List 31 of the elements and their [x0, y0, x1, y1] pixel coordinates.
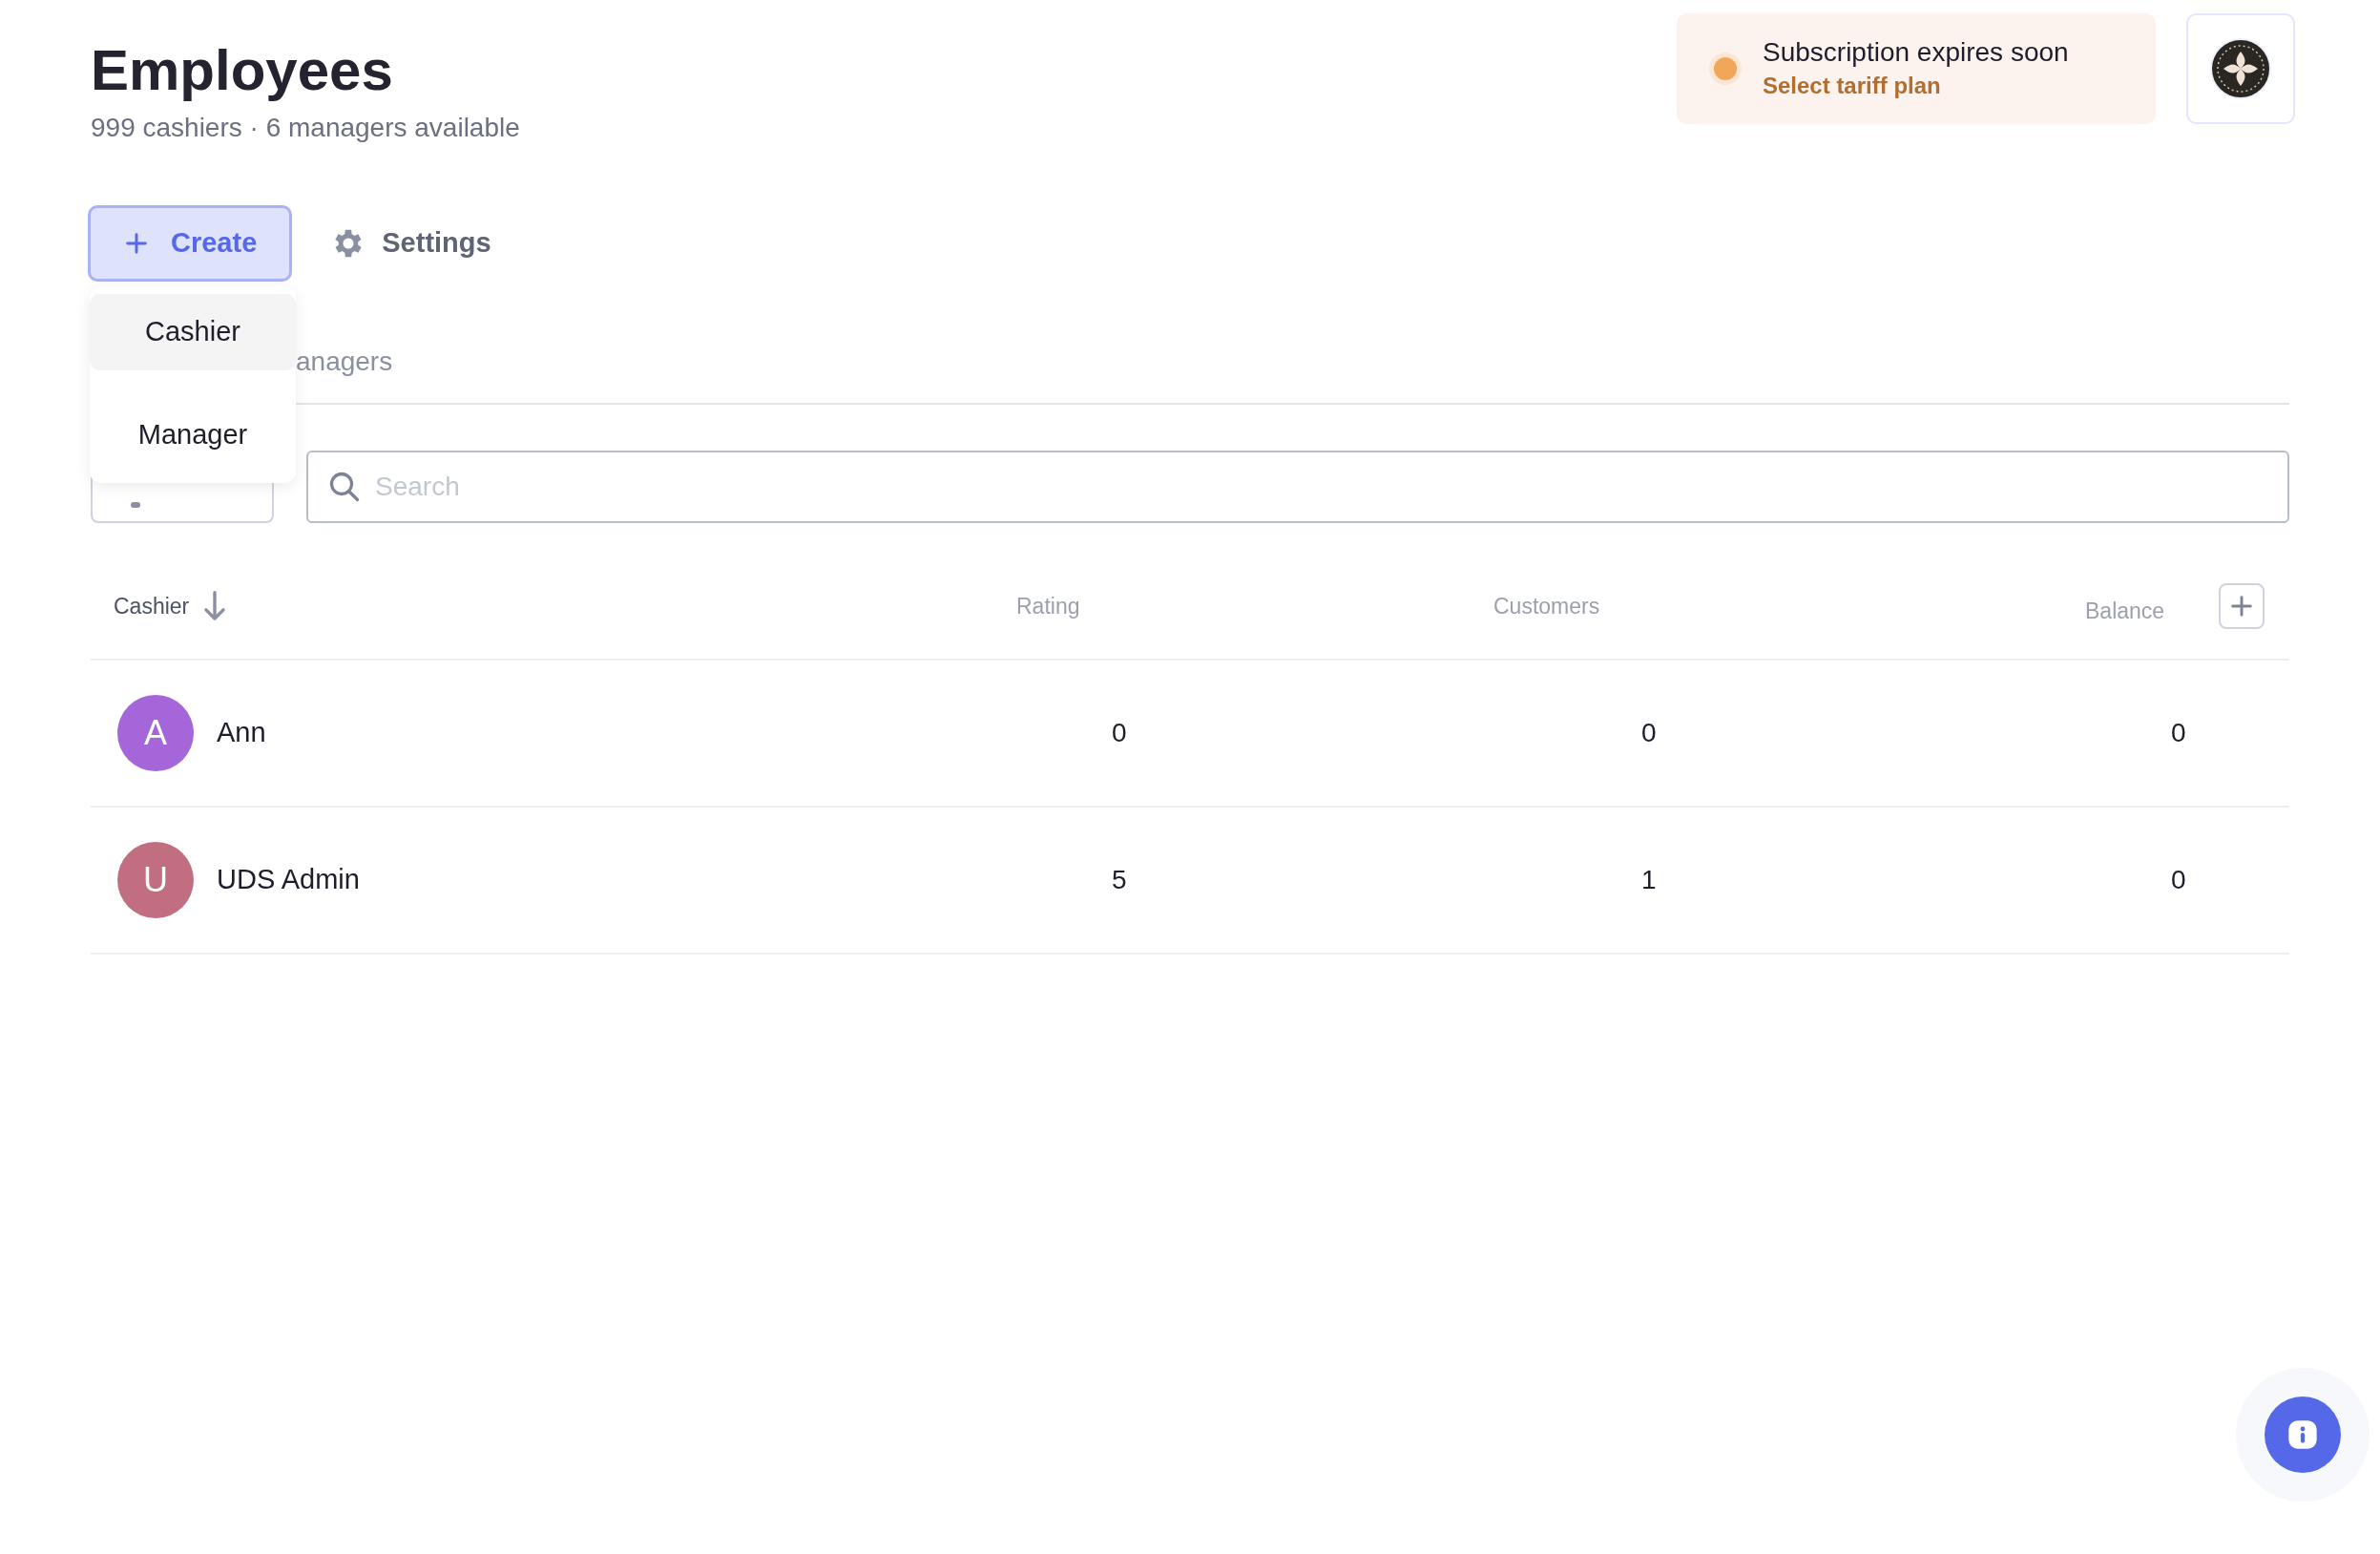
- employee-name: Ann: [217, 716, 266, 750]
- search-icon: [327, 470, 362, 504]
- account-button[interactable]: [2186, 13, 2295, 124]
- column-header[interactable]: Rating: [1016, 589, 1080, 623]
- settings-button[interactable]: Settings: [330, 222, 491, 264]
- plus-icon: [123, 230, 150, 257]
- avatar: U: [117, 842, 194, 918]
- column-header[interactable]: Cashier: [114, 589, 190, 623]
- search-field[interactable]: Search: [306, 451, 2289, 523]
- page-title: Employees: [91, 37, 394, 104]
- menu-item[interactable]: Cashier: [90, 294, 296, 370]
- tariff-plan-link[interactable]: Select tariff plan: [1763, 68, 2069, 103]
- add-column-button[interactable]: [2219, 583, 2265, 629]
- avatar: A: [117, 695, 194, 771]
- table-cell: 0: [2171, 718, 2186, 747]
- logo-icon: [2210, 38, 2271, 99]
- page-subtitle: 999 cashiers · 6 managers available: [91, 112, 520, 144]
- tab[interactable]: anagers: [296, 342, 393, 382]
- sort-arrow-icon[interactable]: [202, 590, 228, 622]
- table-cell: 5: [1112, 865, 1127, 894]
- info-icon: [2287, 1419, 2318, 1450]
- employee-name: UDS Admin: [217, 863, 360, 897]
- table-cell: 0: [1112, 718, 1127, 747]
- table-cell: 0: [1641, 718, 1657, 747]
- column-header[interactable]: Customers: [1493, 589, 1600, 623]
- plus-icon: [2228, 593, 2255, 620]
- table-cell: 0: [2171, 865, 2186, 894]
- create-button[interactable]: Create: [88, 205, 293, 282]
- subscription-message: Subscription expires soon: [1763, 35, 2069, 69]
- column-header[interactable]: Balance: [2085, 594, 2165, 628]
- table-cell: 1: [1641, 865, 1657, 894]
